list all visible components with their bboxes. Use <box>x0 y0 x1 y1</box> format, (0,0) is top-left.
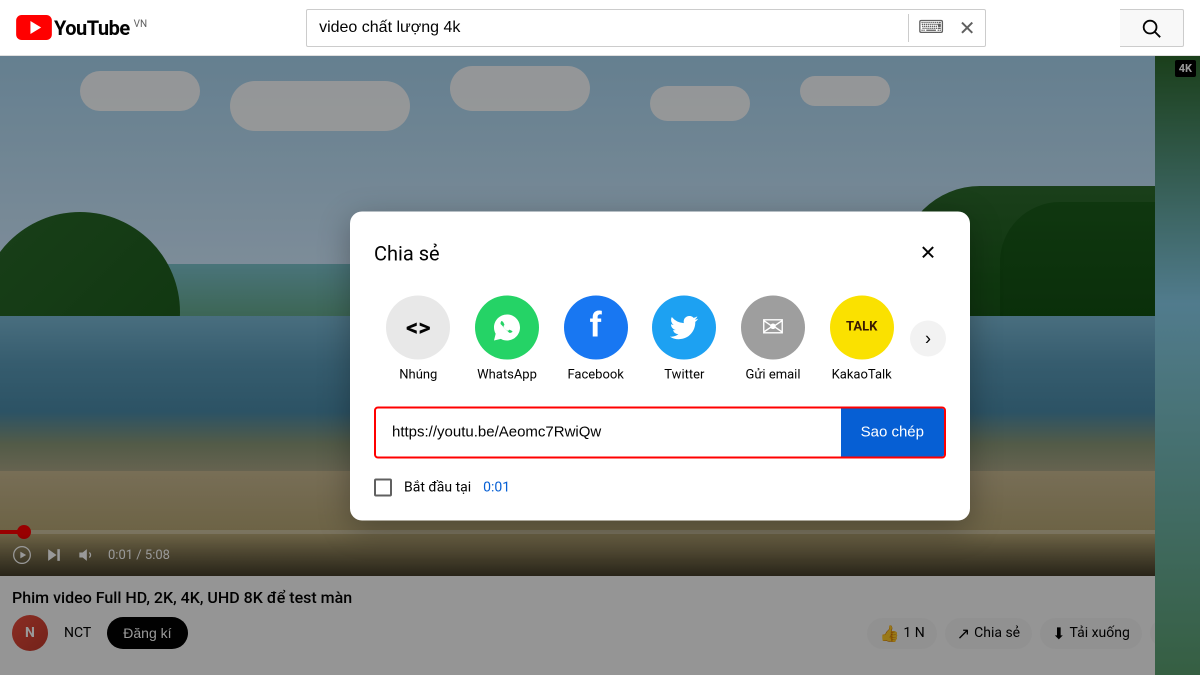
modal-overlay[interactable]: Chia sẻ ✕ <> Nhúng <box>0 56 1200 675</box>
embed-icon: <> <box>386 295 450 359</box>
clear-icon[interactable]: ✕ <box>949 10 985 46</box>
start-time-checkbox[interactable] <box>374 478 392 496</box>
url-input[interactable] <box>376 424 841 441</box>
youtube-logo[interactable]: YouTube VN <box>16 15 147 40</box>
url-row: Sao chép <box>374 406 946 458</box>
embed-label: Nhúng <box>399 367 437 382</box>
share-item-twitter[interactable]: Twitter <box>640 295 729 382</box>
email-label: Gửi email <box>746 367 801 382</box>
more-share-button[interactable]: › <box>910 321 946 357</box>
share-item-whatsapp[interactable]: WhatsApp <box>463 295 552 382</box>
twitter-label: Twitter <box>664 367 704 382</box>
facebook-label: Facebook <box>567 367 623 382</box>
search-button[interactable] <box>1120 9 1184 47</box>
whatsapp-label: WhatsApp <box>477 367 537 382</box>
modal-header: Chia sẻ ✕ <box>374 235 946 271</box>
youtube-text: YouTube <box>54 16 130 40</box>
modal-close-button[interactable]: ✕ <box>910 235 946 271</box>
copy-button[interactable]: Sao chép <box>841 408 944 456</box>
start-time-value: 0:01 <box>483 479 510 495</box>
search-input[interactable] <box>307 19 904 37</box>
share-item-facebook[interactable]: f Facebook <box>551 295 640 382</box>
chevron-right-icon: › <box>925 328 931 349</box>
logo-area[interactable]: YouTube VN <box>16 15 147 40</box>
search-bar: ⌨ ✕ <box>306 9 986 47</box>
keyboard-icon[interactable]: ⌨ <box>913 10 949 46</box>
twitter-icon <box>652 295 716 359</box>
share-modal: Chia sẻ ✕ <> Nhúng <box>350 211 970 520</box>
site-header: YouTube VN ⌨ ✕ <box>0 0 1200 56</box>
start-time-row: Bắt đầu tại 0:01 <box>374 478 946 496</box>
share-item-embed[interactable]: <> Nhúng <box>374 295 463 382</box>
start-time-label: Bắt đầu tại <box>404 479 471 495</box>
facebook-icon: f <box>564 295 628 359</box>
whatsapp-icon <box>475 295 539 359</box>
search-divider <box>908 14 909 42</box>
main-content: 0:01 / 5:08 4K Phim video Full HD, 2K, 4… <box>0 56 1200 675</box>
kakao-label: KakaoTalk <box>832 367 892 382</box>
share-item-kakao[interactable]: TALK KakaoTalk <box>817 295 906 382</box>
modal-title: Chia sẻ <box>374 241 440 265</box>
youtube-icon <box>16 15 52 40</box>
share-item-email[interactable]: ✉ Gửi email <box>729 295 818 382</box>
country-badge: VN <box>134 19 148 30</box>
close-icon: ✕ <box>920 241 937 266</box>
email-icon: ✉ <box>741 295 805 359</box>
search-icon <box>1140 17 1162 39</box>
share-icons-row: <> Nhúng WhatsApp f Facebo <box>374 295 946 382</box>
kakao-icon: TALK <box>830 295 894 359</box>
